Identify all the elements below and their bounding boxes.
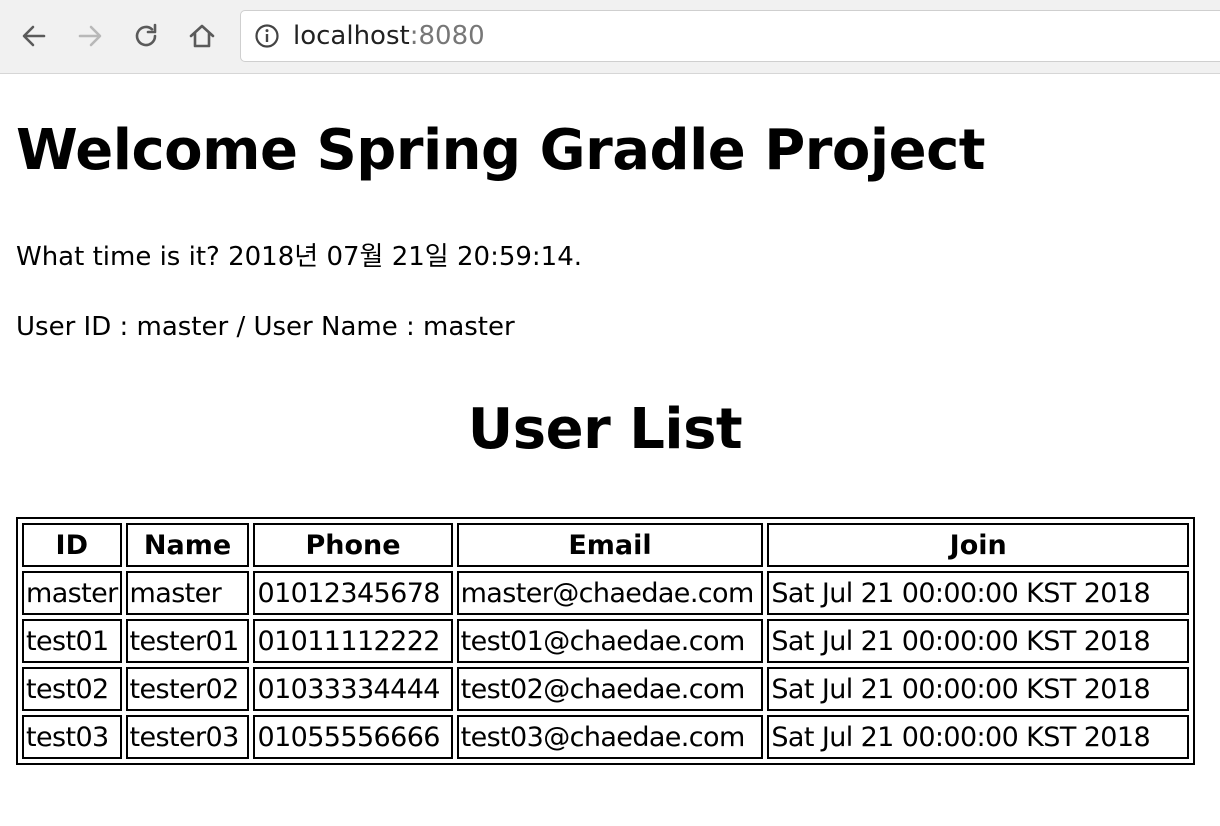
cell-join: Sat Jul 21 00:00:00 KST 2018: [767, 667, 1189, 711]
cell-join: Sat Jul 21 00:00:00 KST 2018: [767, 619, 1189, 663]
cell-join: Sat Jul 21 00:00:00 KST 2018: [767, 571, 1189, 615]
cell-id: test03: [22, 715, 122, 759]
table-row: test01 tester01 01011112222 test01@chaed…: [22, 619, 1189, 663]
cell-name: tester02: [125, 667, 250, 711]
forward-arrow-icon: [78, 25, 102, 47]
back-button[interactable]: [16, 18, 52, 54]
url-text[interactable]: localhost:8080: [293, 21, 485, 51]
column-header-phone: Phone: [253, 523, 453, 567]
cell-email: test01@chaedae.com: [456, 619, 764, 663]
cell-phone: 01033334444: [253, 667, 453, 711]
column-header-name: Name: [125, 523, 250, 567]
cell-phone: 01011112222: [253, 619, 453, 663]
url-port: :8080: [409, 21, 485, 51]
cell-name: tester01: [125, 619, 250, 663]
cell-name: tester03: [125, 715, 250, 759]
reload-icon: [135, 23, 157, 47]
column-header-join: Join: [767, 523, 1189, 567]
url-host: localhost: [293, 21, 410, 51]
cell-id: master: [22, 571, 122, 615]
user-list-title: User List: [467, 397, 743, 462]
user-table: ID Name Phone Email Join master master 0…: [16, 517, 1195, 765]
table-row: master master 01012345678 master@chaedae…: [22, 571, 1189, 615]
cell-email: master@chaedae.com: [456, 571, 764, 615]
forward-button[interactable]: [72, 18, 108, 54]
home-icon: [189, 24, 215, 48]
cell-email: test02@chaedae.com: [456, 667, 764, 711]
back-arrow-icon: [22, 25, 46, 47]
user-info-text: User ID : master / User Name : master: [16, 312, 515, 342]
cell-phone: 01012345678: [253, 571, 453, 615]
cell-email: test03@chaedae.com: [456, 715, 764, 759]
page-title: Welcome Spring Gradle Project: [16, 118, 986, 183]
current-time-text: What time is it? 2018년 07월 21일 20:59:14.: [16, 242, 583, 272]
column-header-email: Email: [456, 523, 764, 567]
cell-id: test01: [22, 619, 122, 663]
page-content: Welcome Spring Gradle Project What time …: [0, 118, 1220, 765]
home-button[interactable]: [184, 18, 220, 54]
browser-toolbar: localhost:8080: [0, 0, 1220, 74]
reload-button[interactable]: [128, 18, 164, 54]
column-header-id: ID: [22, 523, 122, 567]
cell-name: master: [125, 571, 250, 615]
address-bar[interactable]: localhost:8080: [240, 10, 1220, 62]
table-row: test03 tester03 01055556666 test03@chaed…: [22, 715, 1189, 759]
cell-phone: 01055556666: [253, 715, 453, 759]
table-header-row: ID Name Phone Email Join: [22, 523, 1189, 567]
cell-join: Sat Jul 21 00:00:00 KST 2018: [767, 715, 1189, 759]
cell-id: test02: [22, 667, 122, 711]
table-row: test02 tester02 01033334444 test02@chaed…: [22, 667, 1189, 711]
info-icon[interactable]: [253, 22, 281, 50]
